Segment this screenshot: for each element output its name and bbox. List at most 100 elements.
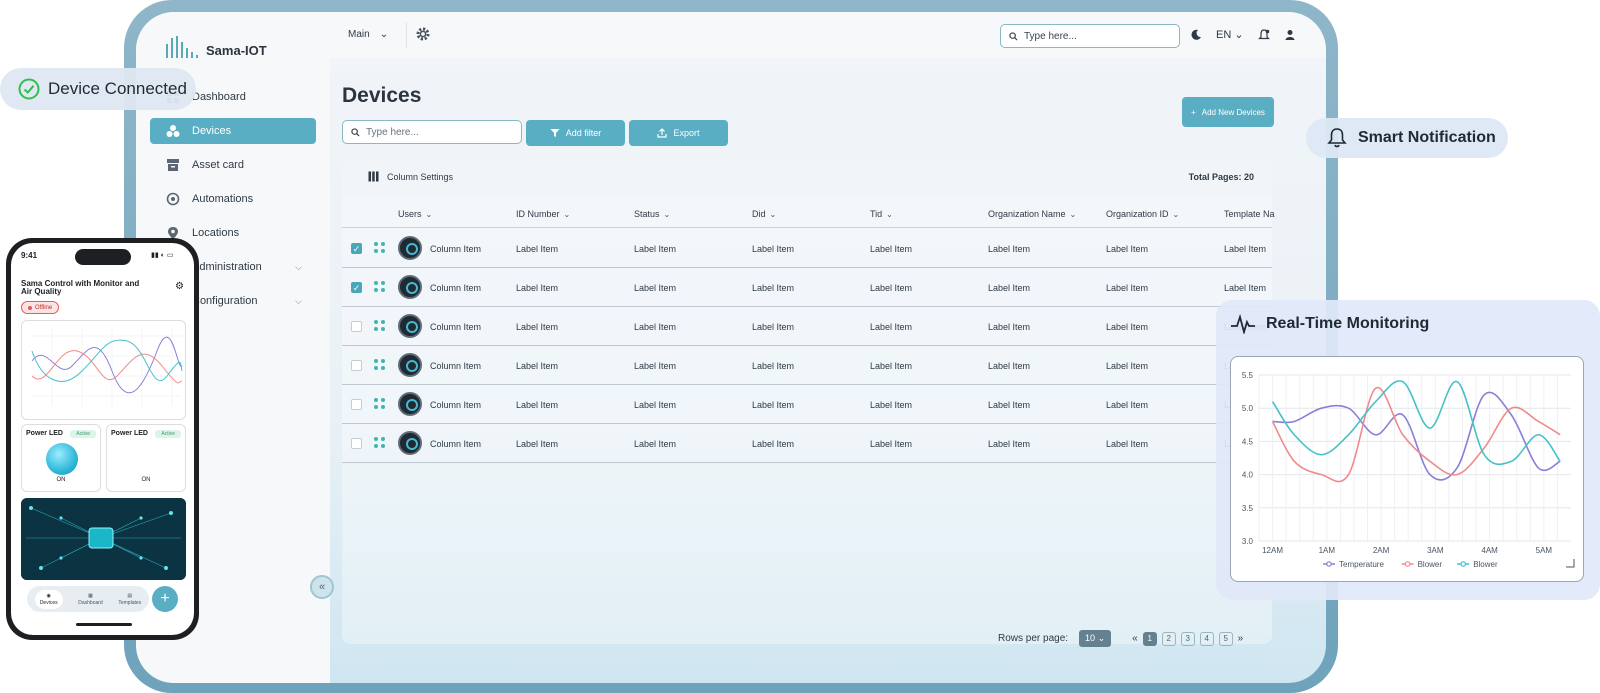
column-header[interactable]: Users ⌄: [398, 209, 432, 219]
table-row[interactable]: Column Item Label Item Label Item Label Ite…: [342, 385, 1272, 424]
table-cell: Label Item: [752, 439, 795, 449]
table-cell: Label Item: [634, 439, 677, 449]
add-filter-button[interactable]: Add filter: [526, 120, 625, 146]
sidebar-item-label: Asset card: [192, 159, 244, 171]
notification-bell-icon[interactable]: [1257, 28, 1270, 41]
sidebar-item-label: Dashboard: [192, 91, 246, 103]
table-toolbar: Column Settings Total Pages: 20: [342, 158, 1272, 198]
row-checkbox[interactable]: [351, 438, 362, 449]
last-page-button[interactable]: »: [1238, 633, 1244, 644]
column-header[interactable]: Did ⌄: [752, 209, 776, 219]
moon-icon[interactable]: [1190, 29, 1202, 41]
drag-handle-icon[interactable]: [374, 242, 386, 254]
phone-mockup: 9:41 ▮▮ ◐ ▭ Sama Control with Monitor an…: [6, 238, 199, 640]
drag-handle-icon[interactable]: [374, 398, 386, 410]
row-checkbox[interactable]: ✓: [351, 282, 362, 293]
table-cell: Label Item: [1106, 244, 1149, 254]
page-button-5[interactable]: 5: [1218, 631, 1233, 646]
active-badge: Active: [155, 430, 181, 438]
table-cell: Label Item: [634, 322, 677, 332]
table-cell: Label Item: [988, 283, 1031, 293]
table-row[interactable]: Column Item Label Item Label Item Label Ite…: [342, 424, 1272, 463]
column-settings-button[interactable]: Column Settings: [368, 171, 453, 182]
add-new-devices-label: Add New Devices: [1201, 107, 1265, 117]
sidebar-item-label: Configuration: [192, 295, 258, 307]
add-new-devices-button[interactable]: + Add New Devices: [1182, 97, 1274, 127]
power-led-card[interactable]: Power LED Active ON: [21, 424, 101, 492]
search-icon: [351, 127, 360, 137]
sidebar-item-automations[interactable]: Automations: [150, 186, 316, 212]
phone-time: 9:41: [21, 251, 38, 260]
first-page-button[interactable]: «: [1132, 633, 1138, 644]
led-bulb-icon[interactable]: [46, 443, 78, 475]
real-time-monitoring-card: Real-Time Monitoring 3.0 3.5 4.0 4.5 5.0 5.5 1…: [1216, 300, 1600, 600]
avatar: [398, 392, 422, 416]
row-checkbox[interactable]: [351, 399, 362, 410]
devices-icon: [166, 125, 180, 137]
sidebar-collapse-button[interactable]: «: [310, 575, 334, 599]
row-checkbox[interactable]: ✓: [351, 243, 362, 254]
table-header: Users ⌄ ID Number ⌄ Status ⌄ Did ⌄ Tid ⌄ Organizat…: [342, 200, 1275, 228]
drag-handle-icon[interactable]: [374, 281, 386, 293]
row-checkbox[interactable]: [351, 321, 362, 332]
user-icon[interactable]: [1284, 29, 1296, 41]
drag-handle-icon[interactable]: [374, 437, 386, 449]
top-search-input[interactable]: Type here...: [1000, 24, 1180, 48]
tab-templates[interactable]: ▤ Templates: [118, 593, 141, 606]
row-checkbox[interactable]: [351, 360, 362, 371]
page-button-2[interactable]: 2: [1161, 631, 1176, 646]
x-tick-label: 3AM: [1427, 546, 1444, 555]
x-tick-label: 5AM: [1536, 546, 1553, 555]
column-header[interactable]: Status ⌄: [634, 209, 670, 219]
app-logo[interactable]: Sama-IOT: [166, 36, 267, 58]
table-cell: Label Item: [1224, 283, 1267, 293]
rows-per-page-select[interactable]: 10 ⌄: [1079, 630, 1112, 647]
main-select[interactable]: Main ⌄: [348, 29, 388, 40]
column-header[interactable]: Organization Name ⌄: [988, 209, 1076, 219]
table-row[interactable]: ✓ Column Item Label Item Label Item Label It…: [342, 229, 1272, 268]
table-cell: Label Item: [516, 400, 559, 410]
sidebar-item-asset-card[interactable]: Asset card: [150, 152, 316, 178]
table-cell: Label Item: [988, 439, 1031, 449]
table-cell: Column Item: [430, 400, 482, 410]
column-header[interactable]: ID Number ⌄: [516, 209, 570, 219]
main-select-label: Main: [348, 29, 370, 40]
table-cell: Label Item: [634, 361, 677, 371]
export-button[interactable]: Export: [629, 120, 728, 146]
tab-devices[interactable]: ◉ Devices: [34, 589, 63, 609]
table-row[interactable]: Column Item Label Item Label Item Label Ite…: [342, 307, 1272, 346]
tab-dashboard[interactable]: ▦ Dashboard: [78, 593, 102, 606]
column-header[interactable]: Template Na: [1224, 209, 1275, 219]
add-button[interactable]: +: [152, 586, 178, 612]
table-cell: Label Item: [516, 439, 559, 449]
table-cell: Column Item: [430, 439, 482, 449]
page-button-3[interactable]: 3: [1180, 631, 1195, 646]
table-cell: Label Item: [516, 244, 559, 254]
avatar: [398, 353, 422, 377]
page-button-1[interactable]: 1: [1142, 631, 1157, 646]
x-tick-label: 4AM: [1481, 546, 1498, 555]
power-led-card[interactable]: Power LED Active ON: [106, 424, 186, 492]
table-row[interactable]: ✓ Column Item Label Item Label Item Label It…: [342, 268, 1272, 307]
page-title: Devices: [342, 84, 422, 107]
column-header[interactable]: Tid ⌄: [870, 209, 893, 219]
logo-bars-icon: [166, 36, 198, 58]
columns-icon: [368, 171, 379, 182]
column-settings-label: Column Settings: [387, 171, 454, 182]
gear-icon[interactable]: ⚙: [175, 281, 184, 292]
device-search-placeholder: Type here...: [366, 126, 419, 138]
language-select[interactable]: EN ⌄: [1216, 28, 1244, 41]
sidebar-item-devices[interactable]: Devices: [150, 118, 316, 144]
drag-handle-icon[interactable]: [374, 320, 386, 332]
smart-notification-label: Smart Notification: [1358, 129, 1496, 146]
column-header[interactable]: Organization ID ⌄: [1106, 209, 1179, 219]
dashboard-icon: ▦: [88, 592, 93, 599]
phone-notch: [75, 249, 131, 265]
drag-handle-icon[interactable]: [374, 359, 386, 371]
page-button-4[interactable]: 4: [1199, 631, 1214, 646]
table-cell: Label Item: [1224, 244, 1267, 254]
settings-gear-icon[interactable]: [415, 26, 431, 42]
legend-label: Blower: [1473, 560, 1498, 569]
device-search-input[interactable]: Type here...: [342, 120, 522, 144]
table-row[interactable]: Column Item Label Item Label Item Label Ite…: [342, 346, 1272, 385]
